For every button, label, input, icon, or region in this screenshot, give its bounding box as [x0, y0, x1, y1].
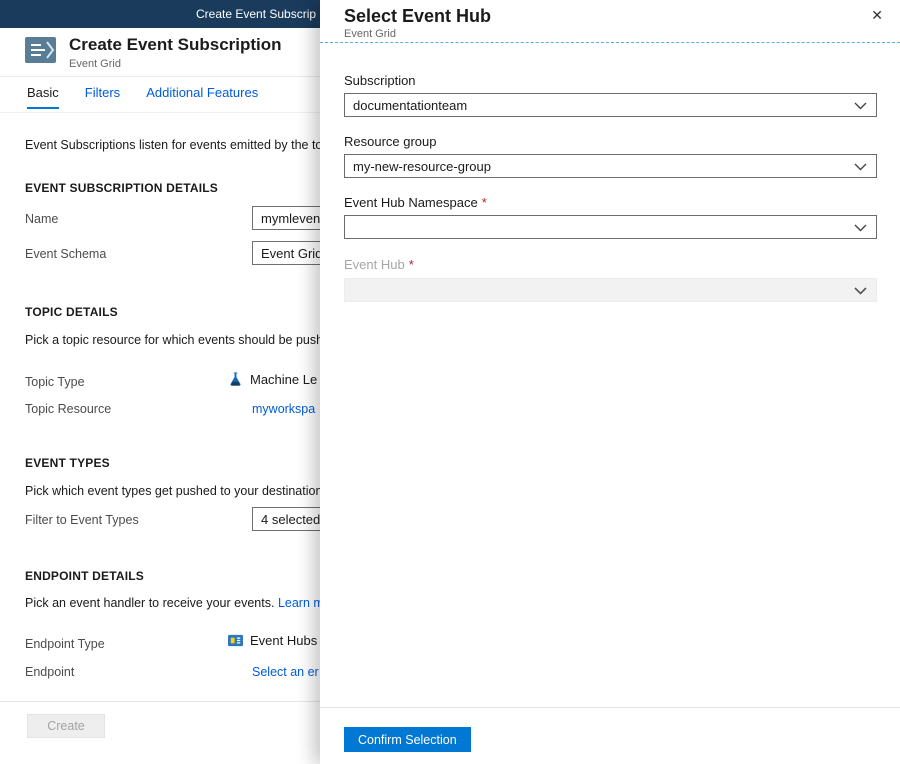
machine-learning-icon: [228, 371, 243, 387]
endpoint-label: Endpoint: [25, 665, 74, 679]
page-header-text: Create Event Subscription Event Grid: [69, 35, 282, 70]
event-hub-label: Event Hub*: [344, 257, 414, 272]
endpoint-type-label: Endpoint Type: [25, 637, 105, 651]
panel-footer-divider: [320, 707, 900, 708]
tab-basic[interactable]: Basic: [27, 85, 59, 109]
section-heading-topic-details: TOPIC DETAILS: [25, 305, 118, 319]
subscription-label: Subscription: [344, 73, 416, 88]
event-schema-label: Event Schema: [25, 247, 106, 261]
panel-title: Select Event Hub: [344, 6, 491, 27]
topic-type-label: Topic Type: [25, 375, 85, 389]
event-hubs-icon: [228, 633, 243, 648]
resource-group-value: my-new-resource-group: [353, 159, 491, 174]
name-label: Name: [25, 212, 58, 226]
subscription-value: documentationteam: [353, 98, 467, 113]
create-button[interactable]: Create: [27, 714, 105, 738]
tab-filters[interactable]: Filters: [85, 85, 120, 109]
topic-resource-link[interactable]: myworkspa: [252, 402, 315, 416]
section-heading-endpoint-details: ENDPOINT DETAILS: [25, 569, 144, 583]
topic-type-value-row: Machine Le: [228, 371, 317, 387]
required-asterisk: *: [409, 257, 414, 272]
topic-type-value: Machine Le: [250, 372, 317, 387]
close-button[interactable]: ✕: [865, 6, 889, 24]
event-hub-namespace-dropdown[interactable]: [344, 215, 877, 239]
topic-details-description: Pick a topic resource for which events s…: [25, 333, 337, 347]
page-title: Create Event Subscription: [69, 35, 282, 55]
chevron-down-icon: [854, 287, 867, 295]
page-subtitle: Event Grid: [69, 58, 282, 70]
resource-group-label: Resource group: [344, 134, 437, 149]
tab-additional-features[interactable]: Additional Features: [146, 85, 258, 109]
panel-subtitle: Event Grid: [344, 28, 396, 40]
endpoint-type-value: Event Hubs: [250, 633, 317, 648]
section-heading-event-types: EVENT TYPES: [25, 456, 110, 470]
filter-event-types-label: Filter to Event Types: [25, 513, 139, 527]
filter-event-types-value: 4 selected: [261, 512, 320, 527]
event-schema-value: Event Grid: [261, 246, 322, 261]
required-asterisk: *: [482, 195, 487, 210]
event-types-description: Pick which event types get pushed to you…: [25, 484, 326, 498]
endpoint-type-value-row: Event Hubs: [228, 633, 317, 648]
dashed-separator: [320, 42, 900, 43]
section-heading-event-subscription-details: EVENT SUBSCRIPTION DETAILS: [25, 181, 218, 195]
chevron-down-icon: [854, 224, 867, 232]
event-grid-icon: [24, 35, 60, 65]
resource-group-dropdown[interactable]: my-new-resource-group: [344, 154, 877, 178]
endpoint-description-text: Pick an event handler to receive your ev…: [25, 596, 274, 610]
subscription-dropdown[interactable]: documentationteam: [344, 93, 877, 117]
page-header: Create Event Subscription Event Grid: [24, 35, 282, 70]
tab-bar: Basic Filters Additional Features: [27, 85, 258, 109]
confirm-selection-button[interactable]: Confirm Selection: [344, 727, 471, 752]
event-hub-dropdown[interactable]: [344, 278, 877, 302]
event-hub-namespace-label: Event Hub Namespace*: [344, 195, 487, 210]
endpoint-description: Pick an event handler to receive your ev…: [25, 596, 335, 610]
select-endpoint-link[interactable]: Select an er: [252, 665, 319, 679]
window-title: Create Event Subscrip: [196, 7, 316, 21]
intro-text: Event Subscriptions listen for events em…: [25, 138, 332, 152]
chevron-down-icon: [854, 163, 867, 171]
select-event-hub-panel: Select Event Hub Event Grid ✕ Subscripti…: [320, 0, 900, 764]
topic-resource-label: Topic Resource: [25, 402, 111, 416]
chevron-down-icon: [854, 102, 867, 110]
